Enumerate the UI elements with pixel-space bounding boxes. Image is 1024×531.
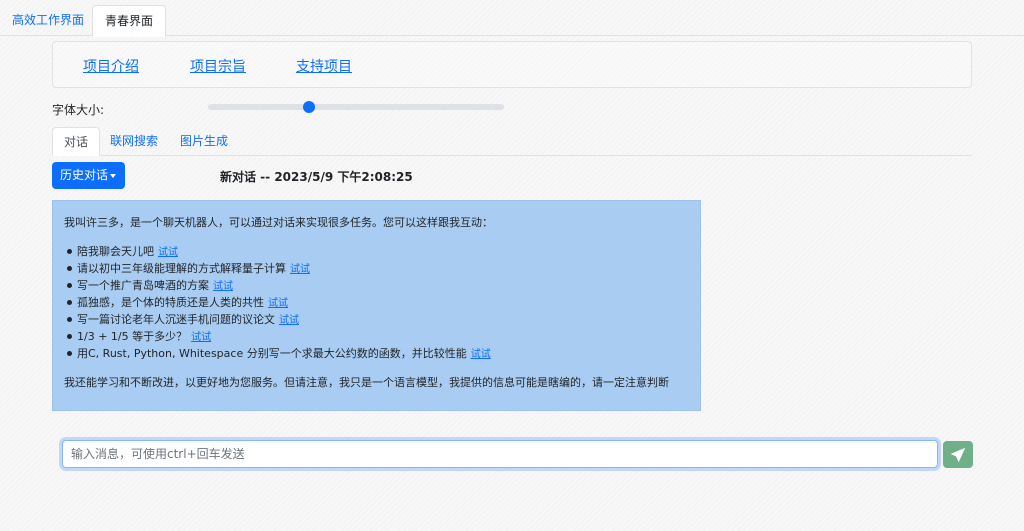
font-size-slider[interactable]: [208, 101, 504, 113]
try-link[interactable]: 试试: [471, 349, 491, 360]
project-nav: 项目介绍 项目宗旨 支持项目: [52, 41, 972, 88]
suggestion-text: 陪我聊会天儿吧: [77, 245, 154, 258]
suggestion-list: 陪我聊会天儿吧 试试 请以初中三年级能理解的方式解释量子计算 试试 写一个推广青岛啤…: [64, 243, 491, 362]
bullet-icon: [67, 351, 72, 356]
try-link[interactable]: 试试: [213, 281, 233, 292]
caret-down-icon: [110, 174, 116, 178]
try-link[interactable]: 试试: [279, 315, 299, 326]
history-dropdown-button[interactable]: 历史对话: [52, 162, 125, 189]
tab-youth-ui[interactable]: 青春界面: [92, 5, 167, 37]
bullet-icon: [67, 266, 72, 271]
list-item: 写一篇讨论老年人沉迷手机问题的议论文 试试: [64, 311, 491, 328]
nav-link-support[interactable]: 支持项目: [296, 56, 352, 76]
message-outro: 我还能学习和不断改进，以更好地为您服务。但请注意，我只是一个语言模型，我提供的信…: [64, 376, 669, 389]
tab-web-search[interactable]: 联网搜索: [99, 127, 169, 156]
try-link[interactable]: 试试: [290, 264, 310, 275]
try-link[interactable]: 试试: [191, 332, 211, 343]
try-link[interactable]: 试试: [158, 247, 178, 258]
suggestion-text: 写一个推广青岛啤酒的方案: [77, 279, 209, 292]
bullet-icon: [67, 334, 72, 339]
bot-message: 我叫许三多，是一个聊天机器人，可以通过对话来实现很多任务。您可以这样跟我互动： …: [52, 200, 701, 411]
tab-efficient-ui[interactable]: 高效工作界面: [0, 5, 96, 37]
tab-chat[interactable]: 对话: [52, 127, 101, 156]
bullet-icon: [67, 283, 72, 288]
nav-link-intro[interactable]: 项目介绍: [83, 56, 139, 76]
suggestion-text: 请以初中三年级能理解的方式解释量子计算: [77, 262, 286, 275]
suggestion-text: 1/3 + 1/5 等于多少？: [77, 330, 188, 343]
top-tab-bar: 高效工作界面 青春界面: [0, 0, 1024, 37]
try-link[interactable]: 试试: [268, 298, 288, 309]
message-input[interactable]: [62, 440, 938, 468]
tab-image-generation[interactable]: 图片生成: [169, 127, 239, 156]
bullet-icon: [67, 249, 72, 254]
suggestion-text: 用C, Rust, Python, Whitespace 分别写一个求最大公约数…: [77, 347, 467, 360]
send-icon: [951, 448, 965, 462]
list-item: 陪我聊会天儿吧 试试: [64, 243, 491, 260]
font-size-label: 字体大小:: [52, 103, 105, 117]
nav-link-purpose[interactable]: 项目宗旨: [190, 56, 246, 76]
list-item: 写一个推广青岛啤酒的方案 试试: [64, 277, 491, 294]
list-item: 孤独感，是个体的特质还是人类的共性 试试: [64, 294, 491, 311]
bullet-icon: [67, 317, 72, 322]
bullet-icon: [67, 300, 72, 305]
suggestion-text: 孤独感，是个体的特质还是人类的共性: [77, 296, 264, 309]
list-item: 请以初中三年级能理解的方式解释量子计算 试试: [64, 260, 491, 277]
list-item: 用C, Rust, Python, Whitespace 分别写一个求最大公约数…: [64, 345, 491, 362]
send-button[interactable]: [943, 441, 973, 468]
list-item: 1/3 + 1/5 等于多少？ 试试: [64, 328, 491, 345]
conversation-title: 新对话 -- 2023/5/9 下午2:08:25: [220, 170, 413, 184]
mode-tabs: 对话 联网搜索 图片生成: [52, 127, 972, 156]
suggestion-text: 写一篇讨论老年人沉迷手机问题的议论文: [77, 313, 275, 326]
history-button-label: 历史对话: [60, 168, 109, 182]
slider-thumb[interactable]: [302, 101, 315, 113]
message-intro: 我叫许三多，是一个聊天机器人，可以通过对话来实现很多任务。您可以这样跟我互动：: [64, 216, 493, 229]
